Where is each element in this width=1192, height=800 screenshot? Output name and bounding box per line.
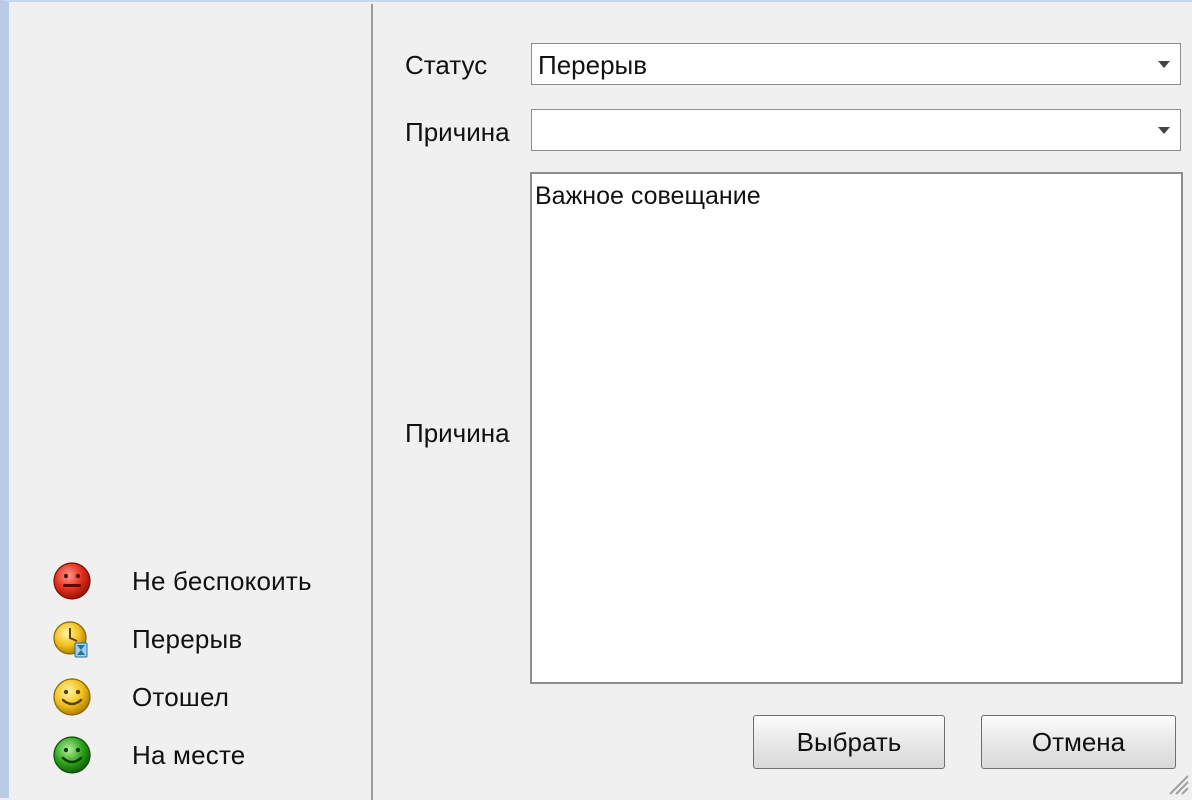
reason-text-value: Важное совещание — [535, 182, 761, 210]
legend-label: На месте — [132, 739, 246, 770]
legend-label: Перерыв — [132, 623, 243, 654]
resize-grip-icon[interactable] — [1162, 768, 1190, 796]
legend-item-do-not-disturb: Не беспокоить — [52, 552, 312, 610]
reason-textarea[interactable]: Важное совещание — [530, 172, 1183, 684]
status-legend-panel: Не беспокоить Перерыв Отошел На месте — [18, 4, 373, 800]
reason-label: Причина — [405, 117, 510, 147]
legend-label: Отошел — [132, 681, 230, 712]
status-select[interactable]: Перерыв — [531, 43, 1181, 85]
reason-select[interactable] — [531, 109, 1181, 151]
select-button[interactable]: Выбрать — [753, 715, 945, 769]
do-not-disturb-smiley-icon — [52, 561, 92, 601]
legend-item-break: Перерыв — [52, 610, 312, 668]
away-smiley-icon — [52, 677, 92, 717]
cancel-button[interactable]: Отмена — [981, 715, 1176, 769]
status-label: Статус — [405, 50, 488, 80]
reason-text-label: Причина — [405, 418, 510, 448]
break-clock-hourglass-icon — [52, 619, 92, 659]
status-dialog: Не беспокоить Перерыв Отошел На месте Ст… — [0, 0, 1192, 800]
legend-label: Не беспокоить — [132, 565, 312, 596]
chevron-down-icon[interactable] — [1158, 61, 1170, 68]
available-smiley-icon — [52, 735, 92, 775]
chevron-down-icon[interactable] — [1158, 127, 1170, 134]
legend-item-available: На месте — [52, 726, 312, 784]
legend-item-away: Отошел — [52, 668, 312, 726]
status-select-value: Перерыв — [538, 50, 648, 80]
status-legend: Не беспокоить Перерыв Отошел На месте — [52, 552, 312, 784]
